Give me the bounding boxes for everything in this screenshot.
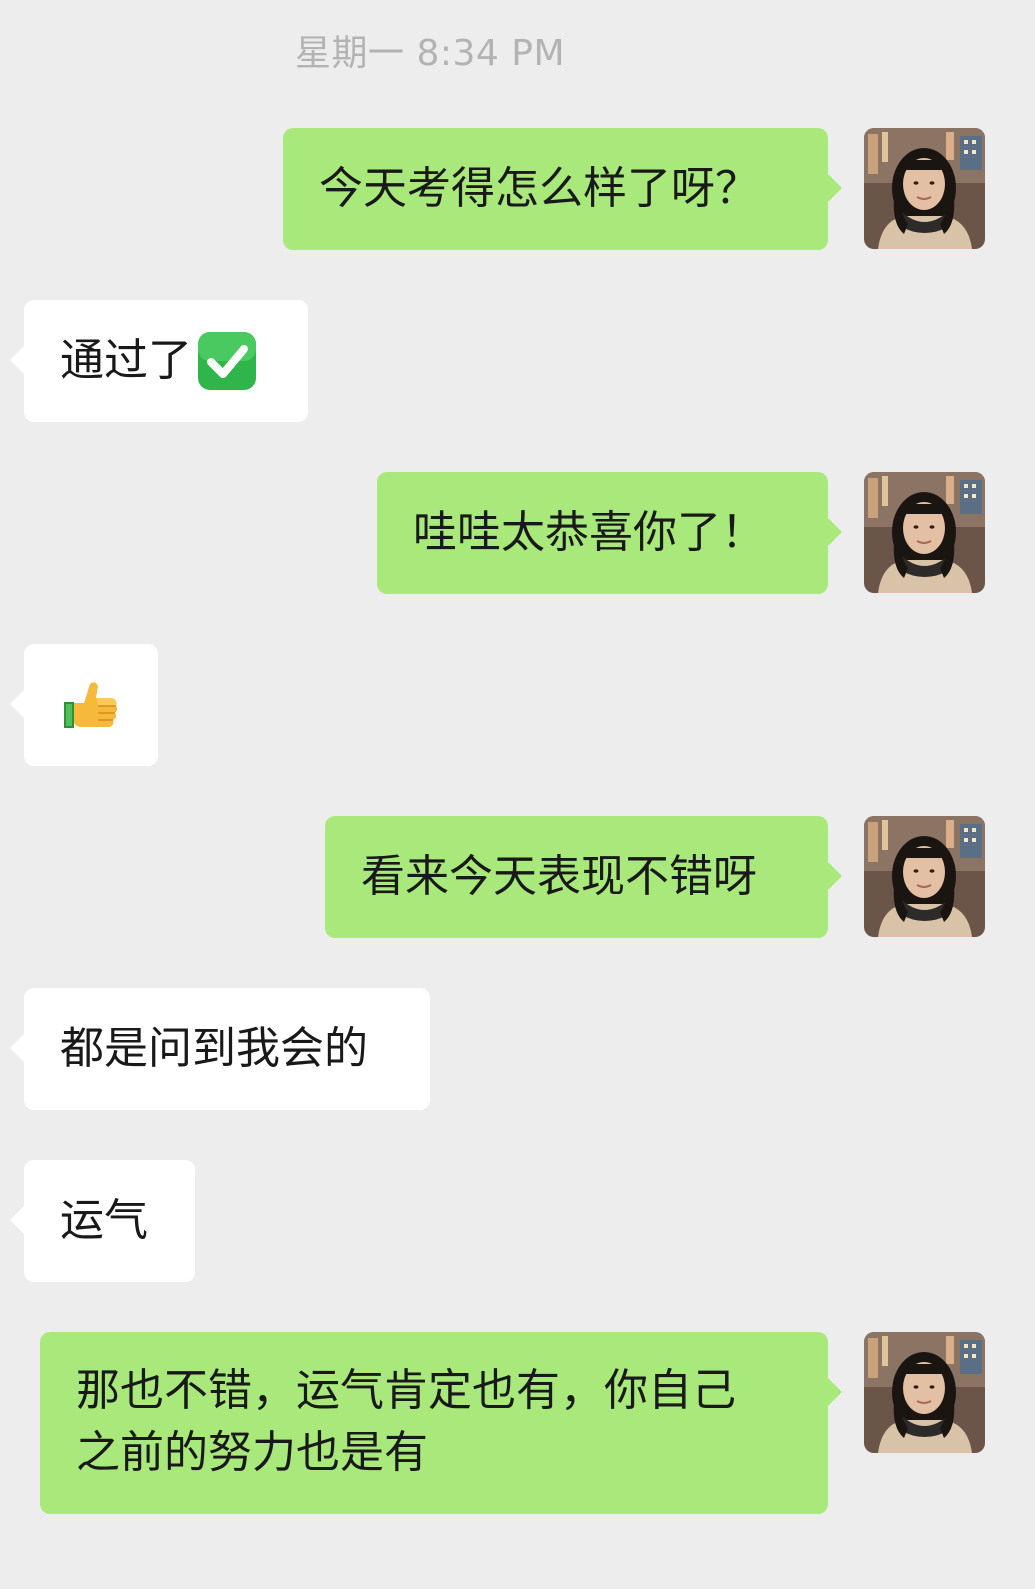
message-row: 通过了	[0, 300, 1035, 422]
message-text-line: 之前的努力也是有	[76, 1427, 428, 1478]
message-text-line: 那也不错，运气肯定也有，你自己	[76, 1365, 736, 1416]
incoming-message-bubble[interactable]: 运气	[10, 1160, 195, 1282]
check-mark-button-emoji-icon	[196, 330, 258, 392]
outgoing-message-bubble[interactable]: 看来今天表现不错呀	[325, 816, 842, 938]
avatar-photo	[864, 1332, 985, 1453]
avatar-photo	[864, 472, 985, 593]
outgoing-message-bubble[interactable]: 哇哇太恭喜你了！	[377, 472, 842, 594]
my-avatar[interactable]	[864, 472, 985, 593]
incoming-message-bubble[interactable]	[10, 644, 158, 766]
message-row	[0, 644, 1035, 766]
thumbs-up-emoji-icon	[62, 676, 120, 734]
message-row: 都是问到我会的	[0, 988, 1035, 1110]
message-text: 看来今天表现不错呀	[361, 851, 757, 902]
my-avatar[interactable]	[864, 816, 985, 937]
message-text: 哇哇太恭喜你了！	[413, 507, 765, 558]
message-timestamp: 星期一 8:34 PM	[295, 33, 565, 74]
my-avatar[interactable]	[864, 128, 985, 249]
message-row: 今天考得怎么样了呀？	[0, 128, 1035, 250]
outgoing-message-bubble[interactable]: 今天考得怎么样了呀？	[283, 128, 842, 250]
incoming-message-bubble[interactable]: 都是问到我会的	[10, 988, 430, 1110]
message-text: 今天考得怎么样了呀？	[319, 163, 759, 214]
message-text: 运气	[60, 1195, 148, 1246]
message-text: 通过了	[60, 335, 192, 386]
outgoing-message-bubble[interactable]: 那也不错，运气肯定也有，你自己 之前的努力也是有	[40, 1332, 842, 1514]
chat-view[interactable]: 星期一 8:34 PM 今天考得怎么样了呀？ 通过了 哇哇太恭喜你了！ 看来今天…	[0, 0, 1035, 1589]
message-row: 看来今天表现不错呀	[0, 816, 1035, 938]
my-avatar[interactable]	[864, 1332, 985, 1453]
incoming-message-bubble[interactable]: 通过了	[10, 300, 308, 422]
message-row: 哇哇太恭喜你了！	[0, 472, 1035, 594]
message-row: 那也不错，运气肯定也有，你自己 之前的努力也是有	[0, 1332, 1035, 1514]
message-row: 运气	[0, 1160, 1035, 1282]
avatar-photo	[864, 816, 985, 937]
message-text: 都是问到我会的	[60, 1023, 368, 1074]
avatar-photo	[864, 128, 985, 249]
